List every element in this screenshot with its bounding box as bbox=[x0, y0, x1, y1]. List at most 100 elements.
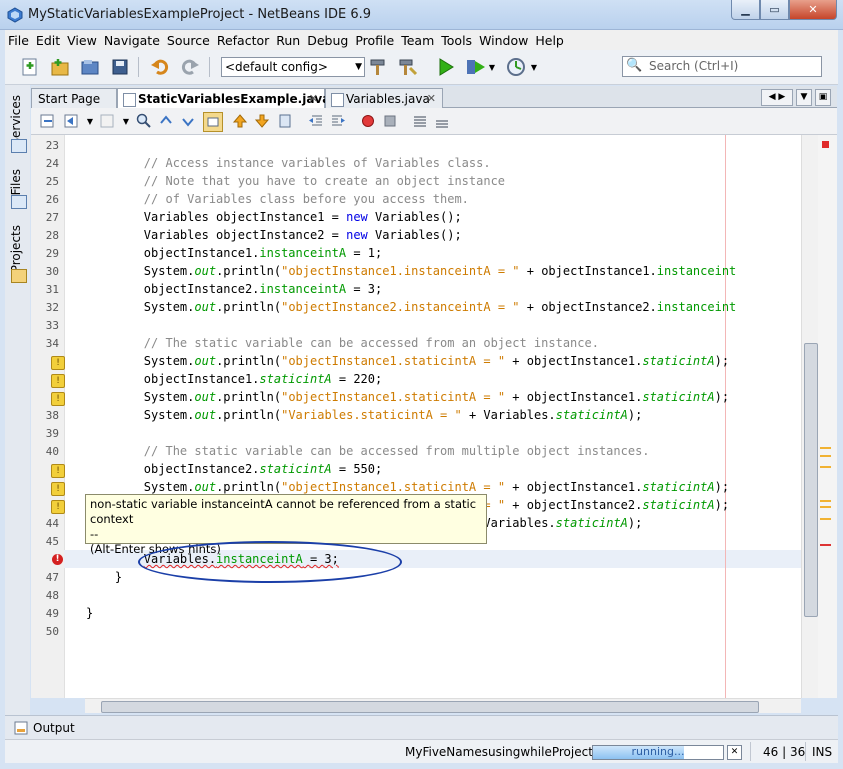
vertical-scroll-thumb[interactable] bbox=[804, 343, 818, 617]
last-edit-icon[interactable] bbox=[39, 112, 57, 130]
tab-variables-java[interactable]: Variables.java ✕ bbox=[325, 88, 443, 108]
horizontal-scrollbar[interactable] bbox=[85, 698, 801, 713]
menu-refactor[interactable]: Refactor bbox=[214, 33, 272, 48]
run-icon[interactable] bbox=[435, 56, 457, 78]
output-label[interactable]: Output bbox=[33, 721, 75, 735]
maximize-button[interactable]: ▭ bbox=[760, 0, 789, 20]
menu-tools[interactable]: Tools bbox=[438, 33, 475, 48]
menu-run[interactable]: Run bbox=[273, 33, 303, 48]
menu-edit[interactable]: Edit bbox=[33, 33, 63, 48]
back-icon[interactable] bbox=[63, 112, 81, 130]
line-number: 34 bbox=[45, 337, 59, 350]
redo-icon[interactable] bbox=[179, 56, 201, 78]
output-window-bar[interactable]: Output bbox=[5, 715, 838, 739]
start-macro-icon[interactable] bbox=[359, 112, 377, 130]
line-number: 30 bbox=[45, 265, 59, 278]
find-previous-icon[interactable] bbox=[157, 112, 175, 130]
new-project-icon[interactable] bbox=[49, 56, 71, 78]
menu-help[interactable]: Help bbox=[532, 33, 567, 48]
shift-left-icon[interactable] bbox=[307, 112, 325, 130]
cancel-process-icon[interactable]: ✕ bbox=[727, 745, 742, 760]
minimize-button[interactable]: ▁ bbox=[731, 0, 760, 20]
code-line: Variables objectInstance1 = new Variable… bbox=[86, 210, 462, 224]
code-line: Variables objectInstance2 = new Variable… bbox=[86, 228, 462, 242]
menu-navigate[interactable]: Navigate bbox=[101, 33, 163, 48]
menu-window[interactable]: Window bbox=[476, 33, 531, 48]
back-chevron-icon[interactable]: ▼ bbox=[81, 112, 99, 130]
menu-debug[interactable]: Debug bbox=[304, 33, 351, 48]
tab-staticvariablesexample[interactable]: StaticVariablesExample.java ✕ bbox=[117, 88, 330, 109]
error-stripe[interactable] bbox=[818, 135, 837, 698]
search-input[interactable]: 🔍 Search (Ctrl+I) bbox=[622, 56, 822, 77]
close-window-button[interactable]: ✕ bbox=[789, 0, 837, 20]
warning-hint-icon[interactable]: ! bbox=[51, 500, 65, 514]
shift-right-icon[interactable] bbox=[329, 112, 347, 130]
line-number: 38 bbox=[45, 409, 59, 422]
clean-build-icon[interactable] bbox=[397, 56, 419, 78]
forward-chevron-icon[interactable]: ▼ bbox=[117, 112, 135, 130]
line-number: 27 bbox=[45, 211, 59, 224]
progress-text: running... bbox=[631, 745, 685, 758]
find-next-icon[interactable] bbox=[179, 112, 197, 130]
warning-hint-icon[interactable]: ! bbox=[51, 392, 65, 406]
tab-start-page[interactable]: Start Page bbox=[31, 88, 117, 108]
editor-tab-bar: Start Page StaticVariablesExample.java ✕… bbox=[31, 86, 837, 108]
close-tab-icon[interactable]: ✕ bbox=[427, 89, 436, 109]
code-line: // The static variable can be accessed f… bbox=[86, 336, 599, 350]
vertical-scrollbar[interactable] bbox=[801, 135, 818, 698]
tab-label: Variables.java bbox=[346, 92, 430, 106]
line-number-gutter: 23 24 25 26 27 28 29 30 31 32 33 34!!! 38 39 40!!! 44 45… bbox=[31, 135, 65, 698]
warning-hint-icon[interactable]: ! bbox=[51, 464, 65, 478]
warning-hint-icon[interactable]: ! bbox=[51, 482, 65, 496]
side-tab-projects[interactable]: Projects bbox=[9, 225, 23, 272]
find-selection-icon[interactable] bbox=[135, 112, 153, 130]
error-icon[interactable]: ! bbox=[52, 554, 63, 565]
previous-bookmark-icon[interactable] bbox=[231, 112, 249, 130]
line-number: 49 bbox=[45, 607, 59, 620]
line-number: 50 bbox=[45, 625, 59, 638]
horizontal-scroll-thumb[interactable] bbox=[101, 701, 759, 713]
config-select[interactable]: <default config> ▼ bbox=[221, 57, 365, 77]
open-project-icon[interactable] bbox=[79, 56, 101, 78]
error-tooltip: non-static variable instanceintA cannot … bbox=[85, 494, 487, 556]
toggle-highlight-icon[interactable] bbox=[203, 112, 223, 132]
line-number: 39 bbox=[45, 427, 59, 440]
tab-label: StaticVariablesExample.java bbox=[138, 92, 331, 106]
profile-icon[interactable] bbox=[505, 56, 527, 78]
side-tab-files[interactable]: Files bbox=[9, 169, 23, 195]
maximize-editor-icon[interactable]: ▣ bbox=[815, 89, 831, 106]
menu-team[interactable]: Team bbox=[398, 33, 437, 48]
debug-icon[interactable] bbox=[465, 56, 487, 78]
warning-hint-icon[interactable]: ! bbox=[51, 374, 65, 388]
uncomment-icon[interactable] bbox=[433, 112, 451, 130]
forward-icon[interactable] bbox=[99, 112, 117, 130]
menu-profile[interactable]: Profile bbox=[352, 33, 397, 48]
line-number: 25 bbox=[45, 175, 59, 188]
profile-menu-chevron-icon[interactable]: ▼ bbox=[529, 56, 539, 78]
next-bookmark-icon[interactable] bbox=[253, 112, 271, 130]
code-line: // The static variable can be accessed f… bbox=[86, 444, 650, 458]
search-icon: 🔍 bbox=[626, 58, 643, 73]
comment-icon[interactable] bbox=[411, 112, 429, 130]
code-editor[interactable]: 23 24 25 26 27 28 29 30 31 32 33 34!!! 38 39 40!!! 44 45… bbox=[31, 135, 818, 698]
code-line: // Note that you have to create an objec… bbox=[86, 174, 506, 188]
code-line: System.out.println("objectInstance1.stat… bbox=[86, 354, 730, 368]
error-status-icon[interactable] bbox=[822, 141, 829, 148]
build-hammer-icon[interactable] bbox=[367, 56, 389, 78]
menu-bar: File Edit View Navigate Source Refactor … bbox=[5, 30, 838, 50]
warning-hint-icon[interactable]: ! bbox=[51, 356, 65, 370]
toggle-bookmark-icon[interactable] bbox=[277, 112, 295, 130]
tab-list-dropdown-icon[interactable]: ▼ bbox=[796, 89, 812, 106]
menu-view[interactable]: View bbox=[64, 33, 100, 48]
menu-file[interactable]: File bbox=[5, 33, 32, 48]
tab-scroll-arrows[interactable]: ◀ ▶ bbox=[761, 89, 793, 106]
save-all-icon[interactable] bbox=[109, 56, 131, 78]
stop-macro-icon[interactable] bbox=[381, 112, 399, 130]
code-line: System.out.println("objectInstance1.stat… bbox=[86, 480, 730, 494]
close-tab-icon[interactable]: ✕ bbox=[309, 89, 318, 109]
java-file-icon bbox=[123, 93, 136, 107]
new-file-icon[interactable] bbox=[19, 56, 41, 78]
menu-source[interactable]: Source bbox=[164, 33, 213, 48]
debug-menu-chevron-icon[interactable]: ▼ bbox=[487, 56, 497, 78]
undo-icon[interactable] bbox=[149, 56, 171, 78]
